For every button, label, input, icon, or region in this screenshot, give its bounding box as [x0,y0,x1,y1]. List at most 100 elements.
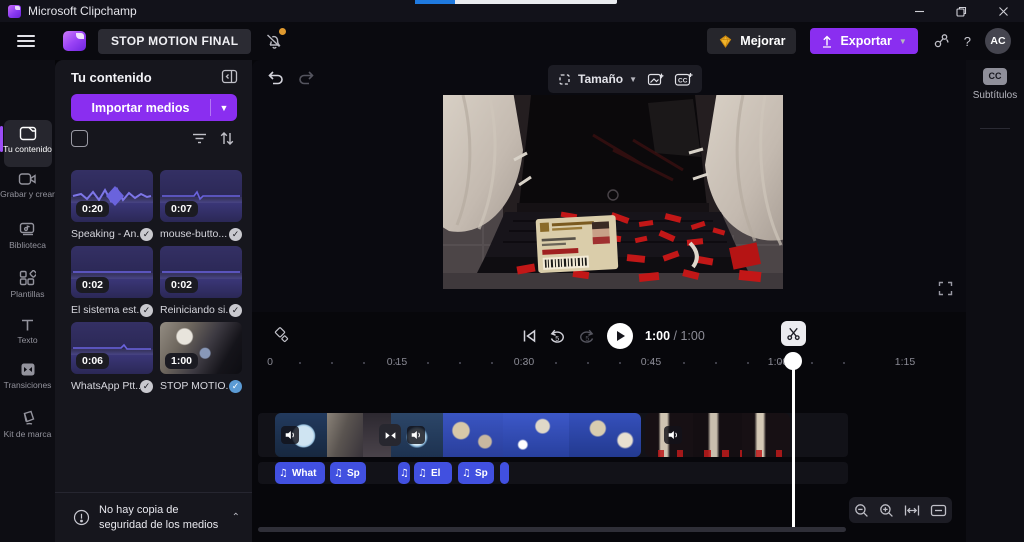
sidebar-item-transitions[interactable]: Transiciones [0,362,55,390]
playhead-line [792,362,795,532]
timeline-scrollbar[interactable] [258,527,846,532]
audio-clip[interactable] [500,462,509,484]
filters-effects-icon[interactable] [647,72,664,87]
media-item[interactable]: 0:02 Reiniciando si... ✓ [160,246,242,318]
duration-badge: 0:06 [76,353,109,369]
added-check-icon[interactable]: ✓ [140,380,153,393]
duration-badge: 0:02 [165,277,198,293]
music-note-icon: ♫ [418,468,427,479]
improve-button[interactable]: Mejorar [707,28,796,54]
sidebar-item-record-create[interactable]: Grabar y crear [0,172,55,199]
captions-add-icon[interactable]: CC [674,72,693,87]
added-check-icon[interactable]: ✓ [229,228,242,241]
added-check-icon[interactable]: ✓ [229,304,242,317]
chevron-down-icon[interactable]: ▼ [211,103,237,113]
track-view-icon[interactable] [930,504,947,517]
zoom-in-icon[interactable] [879,503,894,518]
templates-icon [19,270,36,286]
clipchamp-app-icon [8,5,21,18]
your-content-panel: Tu contenido Importar medios ▼ [55,60,252,542]
zoom-fit-icon[interactable] [904,504,920,517]
notifications-muted-icon[interactable] [264,31,284,51]
sidebar-divider [980,128,1010,129]
gem-icon [718,35,733,48]
crop-icon [557,72,572,87]
audio-clip[interactable]: ♫ [398,462,410,484]
audio-thumbnail: 0:06 [71,322,153,374]
avatar[interactable]: AC [985,28,1011,54]
clip-audio-icon[interactable] [664,426,682,444]
sparkle-icon[interactable] [272,327,290,345]
collapse-panel-icon[interactable] [221,69,238,84]
app-header: STOP MOTION FINAL Mejorar Exportar ▼ [0,22,1024,60]
left-nav-rail: Tu contenido Grabar y crear Biblioteca P… [0,60,55,542]
media-item[interactable]: 0:06 WhatsApp Ptt... ✓ [71,322,153,394]
media-item[interactable]: 0:20 Speaking - An... ✓ [71,170,153,242]
svg-text:CC: CC [678,77,688,84]
accounts-icon[interactable] [932,32,950,50]
project-name-button[interactable]: STOP MOTION FINAL [98,29,251,54]
audio-thumbnail: 0:20 [71,170,153,222]
audio-clip[interactable]: ♫ What [275,462,325,484]
redo-icon[interactable] [298,70,316,86]
zoom-out-icon[interactable] [854,503,869,518]
audio-clip[interactable]: ♫ Sp [330,462,366,484]
transitions-icon [20,362,36,377]
media-item[interactable]: 0:07 mouse-butto... ✓ [160,170,242,242]
editor-area: Tamaño ▼ CC [252,60,966,542]
media-item[interactable]: 1:00 STOP MOTIO... ✓ [160,322,242,394]
backup-notice[interactable]: No hay copia de seguridad de los medios … [55,492,252,542]
time-display: 1:00 / 1:00 [645,329,705,343]
added-check-icon[interactable]: ✓ [140,228,153,241]
minimize-icon[interactable] [898,0,940,22]
sidebar-item-text[interactable]: Texto [0,318,55,345]
split-scissors-icon[interactable] [781,321,806,346]
clip-audio-icon[interactable] [281,426,299,444]
music-note-icon: ♫ [462,468,471,479]
close-icon[interactable] [982,0,1024,22]
transport-bar: 5 5 1:00 / 1:00 [252,323,966,355]
clipchamp-logo-icon[interactable] [63,31,86,51]
playhead[interactable] [790,352,796,533]
skip-to-start-icon[interactable] [522,329,537,343]
timeline-ruler[interactable]: 0 0:15 0:30 0:45 1:00 1:15 [252,355,966,373]
audio-clip[interactable]: ♫ Sp [458,462,494,484]
size-button[interactable]: Tamaño ▼ [557,72,637,87]
audio-clip[interactable]: ♫ El [414,462,452,484]
sidebar-item-subtitles[interactable]: CC Subtítulos [966,66,1024,101]
clip-audio-icon[interactable] [407,426,425,444]
undo-icon[interactable] [266,70,284,86]
info-icon [73,509,90,526]
loading-progress-fill [415,0,455,4]
sidebar-item-brand-kit[interactable]: Kit de marca [0,410,55,439]
restore-icon[interactable] [940,0,982,22]
svg-text:5: 5 [585,336,589,343]
right-sidebar: CC Subtítulos [966,60,1024,542]
menu-icon[interactable] [17,35,35,47]
select-all-checkbox[interactable] [71,130,88,147]
added-check-icon[interactable]: ✓ [140,304,153,317]
forward-5s-icon[interactable]: 5 [578,328,595,344]
fullscreen-icon[interactable] [938,281,953,296]
help-icon[interactable]: ? [964,34,971,49]
video-clip[interactable] [275,413,641,457]
video-thumbnail: 1:00 [160,322,242,374]
chevron-up-icon[interactable]: ⌃ [232,512,240,523]
filter-icon[interactable] [192,132,207,145]
sidebar-item-your-content[interactable]: Tu contenido [0,126,55,154]
added-check-icon[interactable]: ✓ [229,380,242,393]
music-note-icon: ♫ [279,468,288,479]
video-preview [443,95,783,289]
export-button[interactable]: Exportar ▼ [810,28,917,54]
sidebar-item-templates[interactable]: Plantillas [0,270,55,299]
duration-badge: 0:07 [165,201,198,217]
import-media-button[interactable]: Importar medios ▼ [71,94,237,121]
brand-kit-icon [20,410,36,426]
media-item[interactable]: 0:02 El sistema est... ✓ [71,246,153,318]
sort-icon[interactable] [219,131,235,146]
upload-icon [821,35,833,48]
rewind-5s-icon[interactable]: 5 [549,328,566,344]
transition-icon[interactable] [379,424,401,446]
play-icon[interactable] [607,323,633,349]
sidebar-item-library[interactable]: Biblioteca [0,222,55,250]
